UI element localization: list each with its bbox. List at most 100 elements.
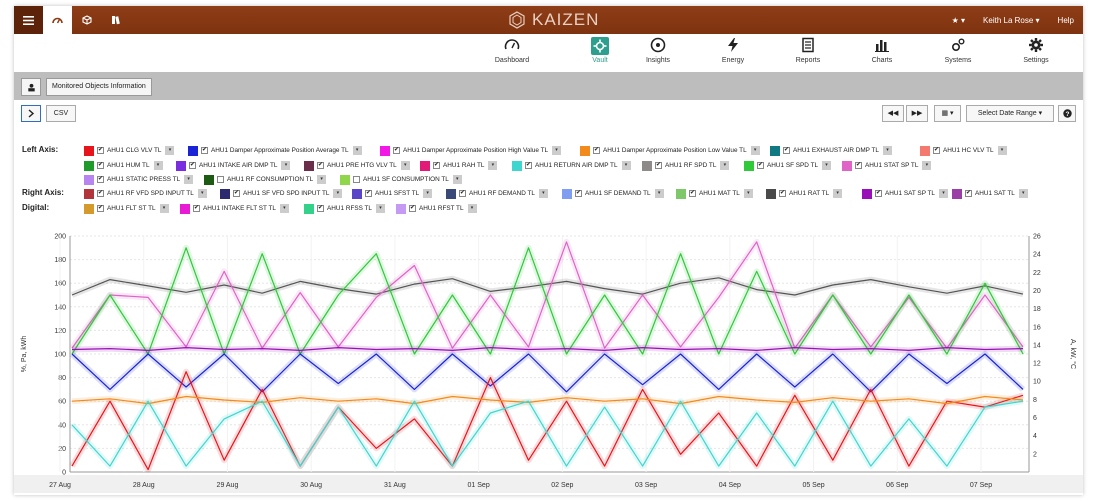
series-checkbox[interactable]: ✔ [933,147,940,154]
series-checkbox[interactable] [353,176,360,183]
series-checkbox[interactable]: ✔ [201,147,208,154]
series-dropdown-icon[interactable]: ▾ [317,175,327,184]
series-checkbox[interactable]: ✔ [317,205,324,212]
legend-item[interactable]: ✔ AHU1 RF SPD TL ▾ [642,160,730,171]
series-dropdown-icon[interactable]: ▾ [423,189,433,198]
help-link[interactable]: Help [1058,16,1074,25]
series-checkbox[interactable]: ✔ [409,205,416,212]
series-checkbox[interactable]: ✔ [459,190,466,197]
nav-charts[interactable]: Charts [852,37,912,64]
legend-item[interactable]: ✔ AHU1 Damper Approximate Position Low Va… [580,145,760,156]
series-dropdown-icon[interactable]: ▾ [281,161,291,170]
user-menu[interactable]: Keith La Rose ▾ [983,16,1040,25]
series-checkbox[interactable]: ✔ [393,147,400,154]
legend-item[interactable]: ✔ AHU1 INTAKE AIR DMP TL ▾ [176,160,291,171]
legend-item[interactable]: ✔ AHU1 EXHAUST AIR DMP TL ▾ [770,145,892,156]
series-dropdown-icon[interactable]: ▾ [822,161,832,170]
nav-energy[interactable]: Energy [703,37,763,64]
series-dropdown-icon[interactable]: ▾ [352,146,362,155]
series-checkbox[interactable]: ✔ [875,190,882,197]
legend-item[interactable]: ✔ AHU1 MAT TL ▾ [676,188,753,199]
legend-item[interactable]: ✔ AHU1 Damper Approximate Position High V… [380,145,562,156]
grid-menu-icon[interactable]: ▦ ▾ [934,105,961,122]
series-dropdown-icon[interactable]: ▾ [333,189,343,198]
series-dropdown-icon[interactable]: ▾ [743,189,753,198]
series-dropdown-icon[interactable]: ▾ [197,189,207,198]
legend-item[interactable]: ✔ AHU1 RFSS TL ▾ [304,203,385,214]
legend-item[interactable]: ✔ AHU1 HUM TL ▾ [84,160,163,171]
series-dropdown-icon[interactable]: ▾ [1018,189,1028,198]
series-dropdown-icon[interactable]: ▾ [467,204,477,213]
hamburger-menu-icon[interactable] [14,6,43,34]
series-checkbox[interactable]: ✔ [783,147,790,154]
gauge-home-icon[interactable] [43,6,72,34]
series-checkbox[interactable]: ✔ [189,162,196,169]
legend-item[interactable]: AHU1 RF CONSUMPTION TL ▾ [204,174,327,185]
series-checkbox[interactable]: ✔ [575,190,582,197]
legend-item[interactable]: ✔ AHU1 FLT ST TL ▾ [84,203,169,214]
legend-item[interactable]: ✔ AHU1 SAT SP TL ▾ [862,188,948,199]
csv-button[interactable]: CSV [46,105,76,122]
series-dropdown-icon[interactable]: ▾ [882,146,892,155]
nav-dashboard[interactable]: Dashboard [482,37,542,64]
series-dropdown-icon[interactable]: ▾ [538,189,548,198]
user-object-icon[interactable] [21,78,41,96]
legend-item[interactable]: ✔ AHU1 PRE HTG VLV TL ▾ [304,160,410,171]
book-icon[interactable] [101,6,130,34]
legend-item[interactable]: ✔ AHU1 RETURN AIR DMP TL ▾ [512,160,631,171]
legend-item[interactable]: ✔ AHU1 SAT TL ▾ [952,188,1028,199]
nav-systems[interactable]: Systems [928,37,988,64]
legend-item[interactable]: ✔ AHU1 INTAKE FLT ST TL ▾ [180,203,289,214]
series-dropdown-icon[interactable]: ▾ [654,189,664,198]
series-checkbox[interactable]: ✔ [97,176,104,183]
legend-item[interactable]: ✔ AHU1 RAT TL ▾ [766,188,843,199]
series-checkbox[interactable]: ✔ [855,162,862,169]
fast-forward-icon[interactable]: ▶▶ [906,105,928,122]
series-dropdown-icon[interactable]: ▾ [452,175,462,184]
legend-item[interactable]: ✔ AHU1 SFST TL ▾ [352,188,433,199]
series-checkbox[interactable]: ✔ [689,190,696,197]
series-checkbox[interactable]: ✔ [365,190,372,197]
series-dropdown-icon[interactable]: ▾ [488,161,498,170]
series-dropdown-icon[interactable]: ▾ [400,161,410,170]
series-checkbox[interactable]: ✔ [757,162,764,169]
series-checkbox[interactable]: ✔ [233,190,240,197]
legend-item[interactable]: ✔ AHU1 SF VFD SPD INPUT TL ▾ [220,188,343,199]
help-question-icon[interactable]: ? [1058,105,1076,122]
series-checkbox[interactable]: ✔ [525,162,532,169]
legend-item[interactable]: ✔ AHU1 RF DEMAND TL ▾ [446,188,548,199]
series-dropdown-icon[interactable]: ▾ [833,189,843,198]
series-checkbox[interactable]: ✔ [593,147,600,154]
series-dropdown-icon[interactable]: ▾ [184,175,194,184]
series-dropdown-icon[interactable]: ▾ [720,161,730,170]
series-checkbox[interactable]: ✔ [655,162,662,169]
legend-item[interactable]: ✔ AHU1 SF DEMAND TL ▾ [562,188,664,199]
series-dropdown-icon[interactable]: ▾ [552,146,562,155]
legend-item[interactable]: ✔ AHU1 SF SPD TL ▾ [744,160,832,171]
legend-item[interactable]: ✔ AHU1 RFST TL ▾ [396,203,477,214]
series-dropdown-icon[interactable]: ▾ [938,189,948,198]
series-checkbox[interactable]: ✔ [193,205,200,212]
favorites-star-icon[interactable]: ★ ▾ [952,16,965,25]
expand-chevron-icon[interactable] [21,105,41,122]
series-dropdown-icon[interactable]: ▾ [279,204,289,213]
legend-item[interactable]: ✔ AHU1 RAH TL ▾ [420,160,498,171]
series-checkbox[interactable]: ✔ [97,205,104,212]
series-checkbox[interactable]: ✔ [97,190,104,197]
legend-item[interactable]: AHU1 SF CONSUMPTION TL ▾ [340,174,462,185]
date-range-dropdown[interactable]: Select Date Range ▾ [966,105,1054,122]
legend-item[interactable]: ✔ AHU1 Damper Approximate Position Averag… [188,145,362,156]
series-checkbox[interactable]: ✔ [433,162,440,169]
nav-settings[interactable]: Settings [1006,37,1066,64]
series-dropdown-icon[interactable]: ▾ [375,204,385,213]
nav-reports[interactable]: Reports [778,37,838,64]
series-checkbox[interactable]: ✔ [97,162,104,169]
series-dropdown-icon[interactable]: ▾ [153,161,163,170]
legend-item[interactable]: ✔ AHU1 CLG VLV TL ▾ [84,145,175,156]
legend-item[interactable]: ✔ AHU1 HC VLV TL ▾ [920,145,1007,156]
rewind-icon[interactable]: ◀◀ [882,105,904,122]
series-dropdown-icon[interactable]: ▾ [621,161,631,170]
nav-insights[interactable]: Insights [628,37,688,64]
series-dropdown-icon[interactable]: ▾ [997,146,1007,155]
legend-item[interactable]: ✔ AHU1 STATIC PRESS TL ▾ [84,174,194,185]
